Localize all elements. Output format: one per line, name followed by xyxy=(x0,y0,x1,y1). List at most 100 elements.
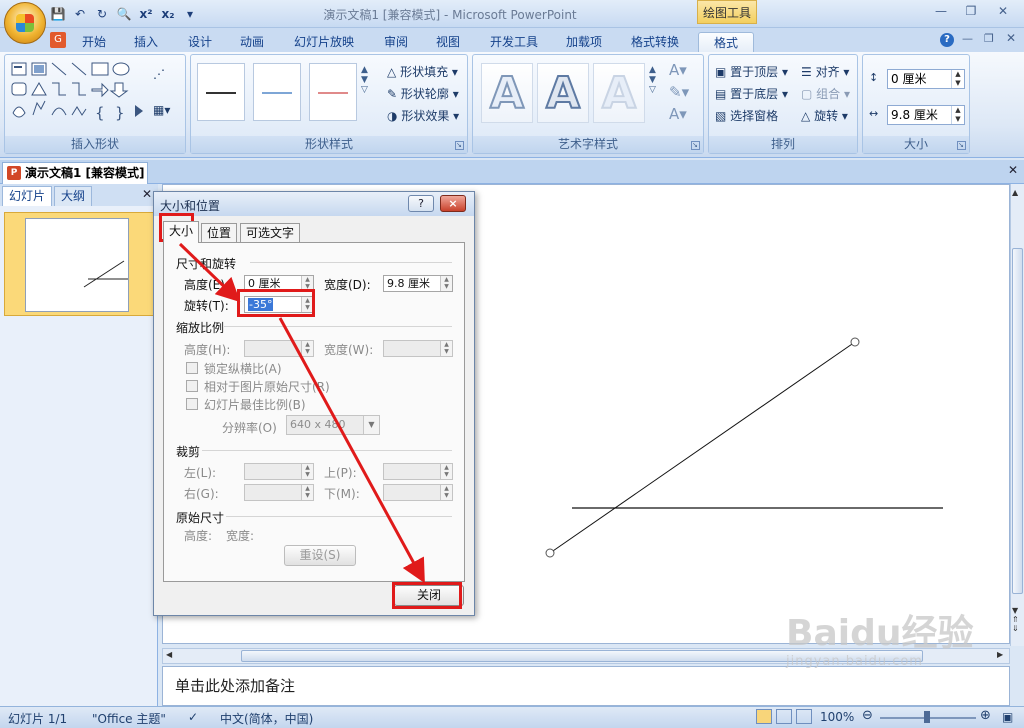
dialog-tab-position[interactable]: 位置 xyxy=(201,223,238,243)
rotate-button[interactable]: △ 旋转 ▾ xyxy=(801,107,848,124)
scroll-up-icon[interactable]: ▲ xyxy=(1012,188,1018,197)
edit-shape-icon[interactable]: ⋰ xyxy=(153,67,165,81)
wordart-style-1[interactable]: A xyxy=(481,63,533,123)
dialog-close-x-button[interactable]: × xyxy=(440,195,466,212)
scale-width-spinner-icon[interactable]: ▲ ▼ xyxy=(440,341,452,356)
crop-top-spinner-icon[interactable]: ▲ ▼ xyxy=(440,464,452,479)
slide-thumbnail[interactable] xyxy=(25,218,132,312)
dialog-launcher-icon[interactable]: ↘ xyxy=(455,141,464,150)
horizontal-scroll-thumb[interactable] xyxy=(241,650,923,662)
horizontal-scrollbar[interactable]: ◀ ▶ xyxy=(162,648,1010,664)
wordart-more-icon[interactable]: ▲ ▼ ▽ xyxy=(649,65,656,95)
shape-height-input[interactable]: 0 厘米 ▲ ▼ xyxy=(887,69,965,89)
width-spinner-icon[interactable]: ▲ ▼ xyxy=(951,106,964,124)
tab-format-convert[interactable]: 格式转换 xyxy=(622,32,688,52)
zoom-level[interactable]: 100% xyxy=(820,710,854,724)
crop-bottom-field[interactable]: ▲ ▼ xyxy=(383,484,453,501)
document-close-icon[interactable]: ✕ xyxy=(1008,163,1018,177)
dialog-launcher-icon[interactable]: ↘ xyxy=(691,141,700,150)
rotation-spinner-icon[interactable]: ▲ ▼ xyxy=(301,297,313,312)
scroll-right-icon[interactable]: ▶ xyxy=(997,650,1003,659)
tab-review[interactable]: 审阅 xyxy=(374,32,418,52)
crop-top-field[interactable]: ▲ ▼ xyxy=(383,463,453,480)
shape-style-blue[interactable] xyxy=(253,63,301,121)
addin-icon[interactable]: G xyxy=(50,32,66,48)
resolution-select[interactable]: 640 x 480 ▼ xyxy=(286,415,380,435)
zoom-out-icon[interactable]: ⊖ xyxy=(862,708,873,723)
best-scale-checkbox[interactable] xyxy=(186,398,198,410)
scale-height-field[interactable]: ▲ ▼ xyxy=(244,340,314,357)
selection-pane-button[interactable]: ▧ 选择窗格 xyxy=(715,107,778,124)
tab-design[interactable]: 设计 xyxy=(178,32,222,52)
minimize-button[interactable]: — xyxy=(928,2,954,20)
crop-right-field[interactable]: ▲ ▼ xyxy=(244,484,314,501)
reset-button[interactable]: 重设(S) xyxy=(284,545,356,566)
tab-insert[interactable]: 插入 xyxy=(124,32,168,52)
document-tab[interactable]: P 演示文稿1 [兼容模式] xyxy=(2,162,148,184)
vertical-scroll-thumb[interactable] xyxy=(1012,248,1023,594)
resolution-dropdown-icon[interactable]: ▼ xyxy=(363,416,379,434)
dialog-help-button[interactable]: ? xyxy=(408,195,434,212)
dialog-close-button[interactable]: 关闭 xyxy=(394,585,464,606)
align-button[interactable]: ☰ 对齐 ▾ xyxy=(801,63,849,80)
size-dialog-launcher-icon[interactable]: ↘ xyxy=(957,141,966,150)
send-to-back-button[interactable]: ▤ 置于底层 ▾ xyxy=(715,85,788,102)
tab-slides[interactable]: 幻灯片 xyxy=(2,186,53,206)
width-spinner-icon[interactable]: ▲ ▼ xyxy=(440,276,452,291)
window-close-button[interactable]: ✕ xyxy=(990,2,1016,20)
slideshow-view-icon[interactable] xyxy=(796,709,812,724)
tab-outline[interactable]: 大纲 xyxy=(54,186,93,206)
height-spinner-icon[interactable]: ▲ ▼ xyxy=(951,70,964,88)
shapes-gallery[interactable]: {} xyxy=(11,61,147,121)
dialog-tab-size[interactable]: 大小 xyxy=(163,221,200,243)
spellcheck-icon[interactable]: ✓ xyxy=(188,710,198,724)
scale-height-spinner-icon[interactable]: ▲ ▼ xyxy=(301,341,313,356)
prev-next-slide-icon[interactable]: ▼ ⇑ ⇓ xyxy=(1012,606,1019,633)
relative-original-checkbox[interactable] xyxy=(186,380,198,392)
shape-outline-button[interactable]: ✎ 形状轮廓 ▾ xyxy=(387,85,459,102)
crop-left-field[interactable]: ▲ ▼ xyxy=(244,463,314,480)
wordart-style-3[interactable]: A xyxy=(593,63,645,123)
vertical-scrollbar[interactable]: ▲ ▼ ⇑ ⇓ xyxy=(1010,184,1024,646)
width-field[interactable]: 9.8 厘米 ▲ ▼ xyxy=(383,275,453,292)
shape-effects-button[interactable]: ◑ 形状效果 ▾ xyxy=(387,107,459,124)
scroll-left-icon[interactable]: ◀ xyxy=(166,650,172,659)
fit-to-window-icon[interactable]: ▣ xyxy=(1002,710,1013,724)
tab-animations[interactable]: 动画 xyxy=(230,32,274,52)
lock-aspect-checkbox[interactable] xyxy=(186,362,198,374)
ribbon-minimize-button[interactable]: — xyxy=(962,32,973,45)
help-icon[interactable]: ? xyxy=(940,33,954,47)
shape-fill-button[interactable]: △ 形状填充 ▾ xyxy=(387,63,458,80)
doc-close-button[interactable]: ✕ xyxy=(1006,31,1016,45)
shape-style-dark[interactable] xyxy=(197,63,245,121)
slide-sorter-icon[interactable] xyxy=(776,709,792,724)
ribbon-restore-button[interactable]: ❐ xyxy=(984,32,994,45)
normal-view-icon[interactable] xyxy=(756,709,772,724)
tab-addins[interactable]: 加载项 xyxy=(556,32,612,52)
office-button[interactable] xyxy=(4,2,46,44)
group-button[interactable]: ▢ 组合 ▾ xyxy=(801,85,850,102)
tab-format[interactable]: 格式 xyxy=(698,32,754,52)
rotation-field[interactable]: -35° ▲ ▼ xyxy=(244,296,314,313)
tab-view[interactable]: 视图 xyxy=(426,32,470,52)
language-status[interactable]: 中文(简体，中国) xyxy=(220,710,313,727)
height-spinner-icon[interactable]: ▲ ▼ xyxy=(301,276,313,291)
tab-home[interactable]: 开始 xyxy=(72,32,116,52)
shape-width-input[interactable]: 9.8 厘米 ▲ ▼ xyxy=(887,105,965,125)
textbox-icon[interactable]: ▦▾ xyxy=(153,103,170,117)
pane-close-icon[interactable]: ✕ xyxy=(142,187,152,201)
styles-more-icon[interactable]: ▲ ▼ ▽ xyxy=(361,65,368,95)
tab-developer[interactable]: 开发工具 xyxy=(482,32,546,52)
crop-right-spinner-icon[interactable]: ▲ ▼ xyxy=(301,485,313,500)
tab-slideshow[interactable]: 幻灯片放映 xyxy=(286,32,362,52)
bring-to-front-button[interactable]: ▣ 置于顶层 ▾ xyxy=(715,63,788,80)
crop-bottom-spinner-icon[interactable]: ▲ ▼ xyxy=(440,485,452,500)
crop-left-spinner-icon[interactable]: ▲ ▼ xyxy=(301,464,313,479)
text-outline-icon[interactable]: ✎▾ xyxy=(669,83,689,101)
zoom-slider-thumb[interactable] xyxy=(924,711,930,723)
wordart-style-2[interactable]: A xyxy=(537,63,589,123)
dialog-tab-alt-text[interactable]: 可选文字 xyxy=(240,223,301,243)
slide-thumbnail-selected[interactable] xyxy=(4,212,156,316)
restore-button[interactable]: ❐ xyxy=(958,2,984,20)
text-fill-icon[interactable]: A▾ xyxy=(669,61,687,79)
